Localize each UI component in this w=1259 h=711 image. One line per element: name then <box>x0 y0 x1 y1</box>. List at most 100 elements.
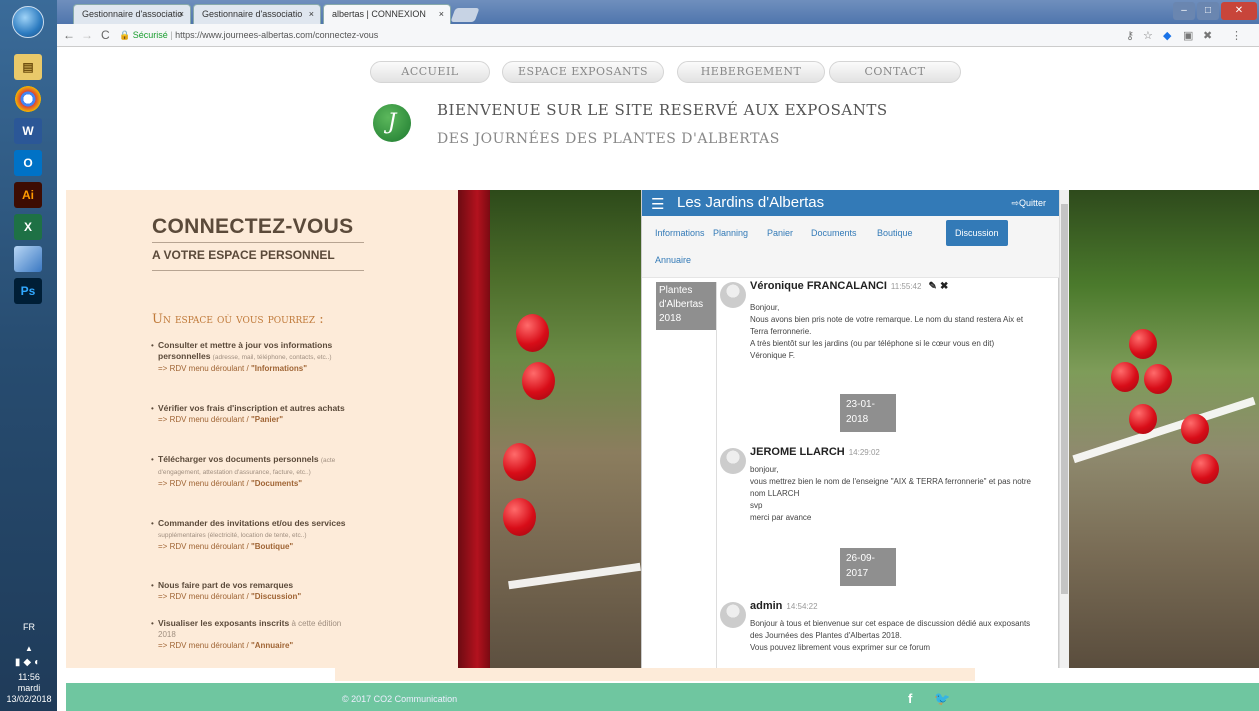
message-time: 14:54:22 <box>786 602 818 611</box>
avatar <box>720 602 746 628</box>
illustrator-icon[interactable]: Ai <box>14 182 42 208</box>
tab-label: albertas | CONNEXION <box>332 9 426 19</box>
key-icon[interactable]: ⚷ <box>1126 29 1134 42</box>
copyright-text: © 2017 CO2 Communication <box>342 694 458 704</box>
tab-label: Gestionnaire d'associatio <box>202 9 303 19</box>
clock-time[interactable]: 11:56 <box>4 672 54 682</box>
scrollbar-thumb[interactable] <box>1061 204 1068 594</box>
close-icon[interactable]: × <box>179 9 184 19</box>
delete-icon[interactable]: ✖ <box>940 281 948 292</box>
app-scrollbar[interactable] <box>1059 190 1069 668</box>
tray-network-icon[interactable]: ▮◆◐ <box>4 657 54 668</box>
feature-route: "Informations" <box>250 364 307 373</box>
date-separator: 23-01-2018 <box>840 394 896 432</box>
chrome-icon[interactable] <box>15 86 41 112</box>
quit-button[interactable]: ⇨Quitter <box>1011 198 1046 209</box>
beige-strip <box>335 668 975 681</box>
feature-route-prefix: => RDV menu déroulant / <box>158 641 251 650</box>
reload-icon[interactable]: C <box>101 28 110 42</box>
close-window-button[interactable]: ✕ <box>1221 2 1257 20</box>
avatar <box>720 448 746 474</box>
feature-route: "Boutique" <box>250 542 294 551</box>
welcome-subtitle: DES JOURNÉES DES PLANTES D'ALBERTAS <box>437 131 780 147</box>
red-curtain <box>458 190 490 668</box>
menu-dots-icon[interactable]: ⋮ <box>1231 29 1242 42</box>
language-indicator[interactable]: FR <box>4 622 54 632</box>
bookmark-star-icon[interactable]: ☆ <box>1143 29 1153 42</box>
feature-label: Visualiser les exposants inscrits <box>158 618 290 628</box>
remote-desktop-icon[interactable] <box>14 246 42 272</box>
start-button[interactable] <box>12 6 44 38</box>
extension-2-icon[interactable]: ▣ <box>1183 29 1193 42</box>
message-body: Bonjour à tous et bienvenue sur cet espa… <box>750 619 1031 652</box>
tab-planning[interactable]: Planning <box>706 222 755 244</box>
login-info-panel: CONNECTEZ-VOUS A VOTRE ESPACE PERSONNEL … <box>66 190 458 683</box>
tab-annuaire[interactable]: Annuaire <box>648 249 698 271</box>
feature-item: • Visualiser les exposants inscrits à cet… <box>151 618 342 650</box>
facebook-icon[interactable]: f <box>908 691 912 706</box>
nav-contact[interactable]: CONTACT <box>829 61 961 83</box>
nav-espace-exposants[interactable]: ESPACE EXPOSANTS <box>502 61 664 83</box>
word-icon[interactable]: W <box>14 118 42 144</box>
features-title: Un espace où vous pourrez : <box>152 312 324 327</box>
divider <box>152 242 364 243</box>
feature-label: Télécharger vos documents personnels <box>158 454 319 464</box>
feature-item: • Nous faire part de vos remarques => RDV… <box>151 580 302 601</box>
maximize-button[interactable]: □ <box>1197 2 1219 20</box>
red-balloon <box>522 362 555 400</box>
app-header: ☰ Les Jardins d'Albertas ⇨Quitter <box>642 190 1060 216</box>
tray-expand-icon[interactable]: ▲ <box>4 644 54 653</box>
url-field[interactable]: 🔒 Sécurisé | https://www.journees-albert… <box>119 27 1119 44</box>
file-explorer-icon[interactable]: ▤ <box>14 54 42 80</box>
site-logo[interactable]: J <box>373 104 411 142</box>
edit-icon[interactable]: ✎ <box>929 281 937 292</box>
feature-route-prefix: => RDV menu déroulant / <box>158 542 251 551</box>
browser-tab-3[interactable]: albertas | CONNEXION × <box>323 4 451 24</box>
outlook-icon[interactable]: O <box>14 150 42 176</box>
excel-icon[interactable]: X <box>14 214 42 240</box>
photoshop-icon[interactable]: Ps <box>14 278 42 304</box>
discussion-app: ☰ Les Jardins d'Albertas ⇨Quitter Inform… <box>641 190 1060 668</box>
new-tab-button[interactable] <box>450 8 480 22</box>
close-icon[interactable]: × <box>439 9 444 19</box>
tab-strip: Gestionnaire d'associatio × Gestionnaire … <box>57 0 1259 24</box>
app-tabs: Informations Planning Panier Documents B… <box>642 216 1060 278</box>
feature-route-prefix: => RDV menu déroulant / <box>158 479 251 488</box>
twitter-icon[interactable]: 🐦 <box>934 691 950 707</box>
red-balloon <box>1181 414 1209 444</box>
message-author: JEROME LLARCH 14:29:02 <box>750 446 880 458</box>
feature-label: Vérifier vos frais d'inscription et autr… <box>158 403 345 413</box>
red-balloon <box>1129 404 1157 434</box>
site-footer: © 2017 CO2 Communication f 🐦 <box>66 683 1259 711</box>
minimize-button[interactable]: – <box>1173 2 1195 20</box>
extension-icon[interactable]: ◆ <box>1163 29 1171 42</box>
browser-tab-2[interactable]: Gestionnaire d'associatio × <box>193 4 321 24</box>
hamburger-menu-icon[interactable]: ☰ <box>651 195 664 213</box>
message-author: Véronique FRANCALANCI 11:55:42 ✎ ✖ <box>750 280 949 292</box>
tab-boutique[interactable]: Boutique <box>870 222 920 244</box>
tab-discussion[interactable]: Discussion <box>946 220 1008 246</box>
back-icon[interactable]: ← <box>63 28 75 42</box>
message-body: bonjour, vous mettrez bien le nom de l'e… <box>750 465 1031 522</box>
feature-route: "Documents" <box>250 479 303 488</box>
close-icon[interactable]: × <box>309 9 314 19</box>
feature-route: "Discussion" <box>250 592 302 601</box>
tab-informations[interactable]: Informations <box>648 222 712 244</box>
tab-documents[interactable]: Documents <box>804 222 864 244</box>
forward-icon[interactable]: → <box>81 28 93 42</box>
extension-3-icon[interactable]: ✖ <box>1203 29 1212 42</box>
nav-hebergement[interactable]: HEBERGEMENT <box>677 61 825 83</box>
feature-route-prefix: => RDV menu déroulant / <box>158 415 251 424</box>
browser-tab-1[interactable]: Gestionnaire d'associatio × <box>73 4 191 24</box>
tab-panier[interactable]: Panier <box>760 222 800 244</box>
red-balloon <box>1129 329 1157 359</box>
feature-route-prefix: => RDV menu déroulant / <box>158 592 251 601</box>
divider <box>152 270 364 271</box>
nav-accueil[interactable]: ACCUEIL <box>370 61 490 83</box>
conversation-item[interactable]: Plantes d'Albertas 2018 <box>656 282 716 330</box>
connect-subtitle: A VOTRE ESPACE PERSONNEL <box>152 248 335 262</box>
connect-title: CONNECTEZ-VOUS <box>152 215 354 238</box>
windows-taskbar: ▤ W O Ai X Ps FR ▲ ▮◆◐ 11:56 mardi 13/02… <box>0 0 57 711</box>
message-thread: Véronique FRANCALANCI 11:55:42 ✎ ✖ Bonjou… <box>720 280 1046 668</box>
feature-route: "Panier" <box>250 415 283 424</box>
